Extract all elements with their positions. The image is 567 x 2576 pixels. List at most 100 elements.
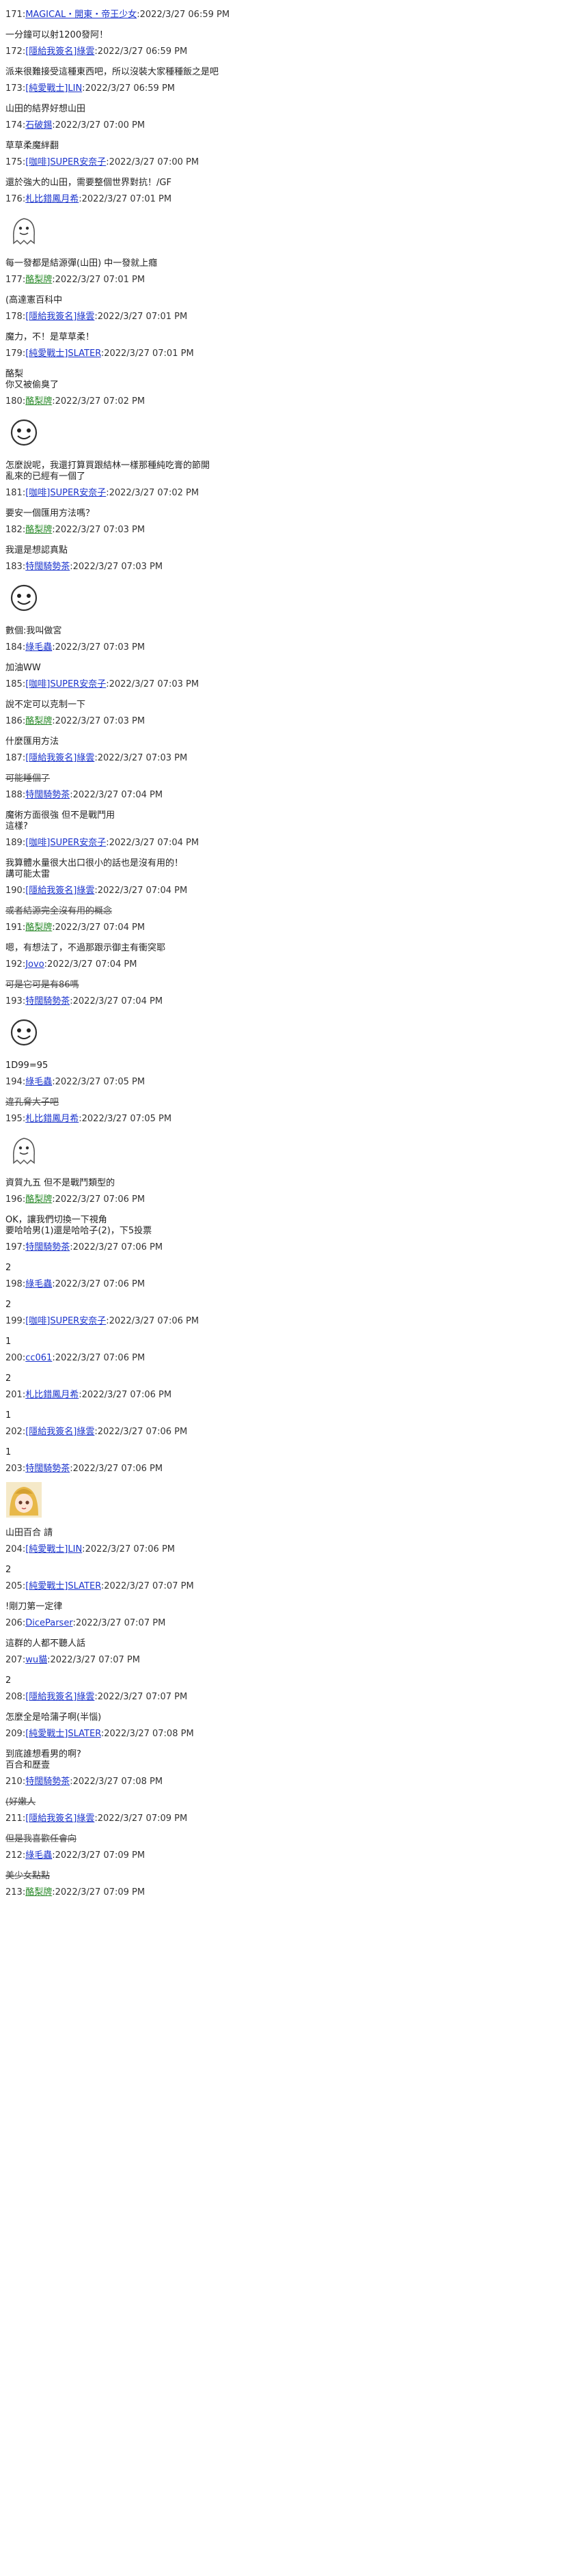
post-username-link[interactable]: 札比錯鳳月希 [25,1390,79,1400]
post-username-link[interactable]: 特闊騎勢茶 [25,790,70,800]
post-username-link[interactable]: Jovo [25,959,44,970]
post-username-link[interactable]: 綠毛蟲 [25,642,52,653]
post-username-link[interactable]: DiceParser [25,1618,72,1628]
post-username-link[interactable]: 札比錯鳳月希 [25,1114,79,1124]
post-timestamp: 2022/3/27 07:06 PM [55,1353,146,1363]
post-username-link[interactable]: 特闊騎勢茶 [25,1242,70,1252]
post-username-link[interactable]: 特闊騎勢茶 [25,562,70,572]
post-body-text: 或者結源完全沒有用的概念 [5,906,113,916]
post-username-link[interactable]: 酪梨牌 [25,275,52,285]
post-header: 201:札比錯鳳月希:2022/3/27 07:06 PM [5,1390,172,1400]
post-username-link[interactable]: [隱給我簽名]綠雲 [25,1813,94,1824]
post-header: 174:石破錫:2022/3/27 07:00 PM [5,120,146,131]
post-header: 204:[純愛戰士]LIN:2022/3/27 07:06 PM [5,1544,176,1554]
post-username-link[interactable]: [咖啡]SUPER安奈子 [25,1316,106,1326]
post-header: 184:綠毛蟲:2022/3/27 07:03 PM [5,642,146,653]
post-body-text: 這群的人都不聽人話 [5,1639,86,1649]
post-body-text: (高達憲百科中 [5,295,63,305]
post-item: 209:[純愛戰士]SLATER:2022/3/27 07:08 PM 到底誰想看… [5,1729,562,1771]
post-timestamp: 2022/3/27 07:08 PM [72,1777,163,1787]
post-body-text: 每一發都是結源彈(山田) 中一發就上癮 [5,258,158,269]
post-number: 184 [5,642,23,653]
anime-girl-sticker-icon [5,1481,42,1518]
post-number: 175 [5,157,23,167]
post-username-link[interactable]: 酪梨牌 [25,716,52,726]
post-timestamp: 2022/3/27 07:02 PM [55,396,146,407]
post-number: 180 [5,396,23,407]
post-header: 212:綠毛蟲:2022/3/27 07:09 PM [5,1850,146,1861]
post-header: 192:Jovo:2022/3/27 07:04 PM [5,959,137,970]
post-header: 202:[隱給我簽名]綠雲:2022/3/27 07:06 PM [5,1427,188,1437]
post-username-link[interactable]: 酪梨牌 [25,396,52,407]
post-header: 187:[隱給我簽名]綠雲:2022/3/27 07:03 PM [5,753,188,763]
post-header: 177:酪梨牌:2022/3/27 07:01 PM [5,275,146,285]
post-item: 187:[隱給我簽名]綠雲:2022/3/27 07:03 PM 可能睡個了 [5,753,562,784]
post-number: 189 [5,838,23,848]
post-item: 173:[純愛戰士]LIN:2022/3/27 06:59 PM 山田的結界好想山… [5,83,562,115]
post-username-link[interactable]: [純愛戰士]SLATER [25,348,101,359]
post-item: 208:[隱給我簽名]綠雲:2022/3/27 07:07 PM 怎麼全是哈蒲子啊… [5,1692,562,1723]
post-username-link[interactable]: 綠毛蟲 [25,1279,52,1289]
post-username-link[interactable]: [咖啡]SUPER安奈子 [25,488,106,498]
post-username-link[interactable]: cc061 [25,1353,52,1363]
post-username-link[interactable]: [隱給我簽名]綠雲 [25,1427,94,1437]
post-timestamp: 2022/3/27 07:04 PM [55,922,146,933]
post-username-link[interactable]: [隱給我簽名]綠雲 [25,753,94,763]
post-body-text: 說不定可以克制一下 [5,700,86,710]
post-number: 200 [5,1353,23,1363]
post-body-text: 要安一個匯用方法嗎？ [5,508,95,519]
post-item: 資質九五 但不是戰鬥類型的 [5,1178,562,1189]
post-number: 207 [5,1655,23,1665]
post-username-link[interactable]: 綠毛蟲 [25,1850,52,1861]
post-username-link[interactable]: 札比錯鳳月希 [25,194,79,204]
post-timestamp: 2022/3/27 07:07 PM [97,1692,188,1702]
post-username-link[interactable]: [純愛戰士]SLATER [25,1581,101,1591]
post-username-link[interactable]: 特闊騎勢茶 [25,1464,70,1474]
post-body-text: 2 [5,1373,12,1384]
post-body-text: 什麼匯用方法 [5,737,59,747]
post-timestamp: 2022/3/27 06:59 PM [97,46,188,57]
post-username-link[interactable]: 綠毛蟲 [25,1077,52,1087]
post-item: 192:Jovo:2022/3/27 07:04 PM 可是它可是有86嗎 [5,959,562,991]
post-timestamp: 2022/3/27 07:07 PM [75,1618,166,1628]
post-timestamp: 2022/3/27 07:08 PM [104,1729,194,1739]
post-timestamp: 2022/3/27 07:03 PM [55,525,146,535]
post-body-text: 數個:我叫做宮 [5,626,62,636]
post-number: 188 [5,790,23,800]
post-username-link[interactable]: [咖啡]SUPER安奈子 [25,838,106,848]
post-item: 212:綠毛蟲:2022/3/27 07:09 PM 美少女點點 [5,1850,562,1882]
post-item: 172:[隱給我簽名]綠雲:2022/3/27 06:59 PM 派来很難接受這種… [5,46,562,78]
post-username-link[interactable]: [咖啡]SUPER安奈子 [25,157,106,167]
post-username-link[interactable]: 酪梨牌 [25,1194,52,1205]
post-item: 176:札比錯鳳月希:2022/3/27 07:01 PM [5,194,562,249]
post-header: 176:札比錯鳳月希:2022/3/27 07:01 PM [5,194,172,204]
post-timestamp: 2022/3/27 07:06 PM [72,1464,163,1474]
post-item: 186:酪梨牌:2022/3/27 07:03 PM 什麼匯用方法 [5,716,562,748]
post-username-link[interactable]: 特闊騎勢茶 [25,996,70,1006]
post-username-link[interactable]: MAGICAL・開東・帝王少女 [25,10,137,20]
post-body-text: (好嫩人 [5,1797,36,1807]
post-username-link[interactable]: 特闊騎勢茶 [25,1777,70,1787]
post-header: 210:特闊騎勢茶:2022/3/27 07:08 PM [5,1777,163,1787]
post-username-link[interactable]: [純愛戰士]LIN [25,1544,82,1554]
post-number: 195 [5,1114,23,1124]
post-username-link[interactable]: [隱給我簽名]綠雲 [25,312,94,322]
post-item: 171:MAGICAL・開東・帝王少女:2022/3/27 06:59 PM 一分… [5,10,562,41]
post-username-link[interactable]: [咖啡]SUPER安奈子 [25,679,106,689]
post-timestamp: 2022/3/27 07:06 PM [72,1242,163,1252]
post-username-link[interactable]: 酪梨牌 [25,922,52,933]
post-username-link[interactable]: 石破錫 [25,120,52,131]
post-username-link[interactable]: [隱給我簽名]綠雲 [25,1692,94,1702]
post-username-link[interactable]: [純愛戰士]LIN [25,83,82,94]
post-username-link[interactable]: 酪梨牌 [25,525,52,535]
post-username-link[interactable]: [隱給我簽名]綠雲 [25,46,94,57]
post-username-link[interactable]: wu貓 [25,1655,47,1665]
post-number: 191 [5,922,23,933]
post-item: 202:[隱給我簽名]綠雲:2022/3/27 07:06 PM 1 [5,1427,562,1458]
post-item: 174:石破錫:2022/3/27 07:00 PM 草草柔魔絆翻 [5,120,562,152]
post-username-link[interactable]: [純愛戰士]SLATER [25,1729,101,1739]
post-username-link[interactable]: [隱給我簽名]綠雲 [25,886,94,896]
post-timestamp: 2022/3/27 07:00 PM [55,120,146,131]
post-username-link[interactable]: 酪梨牌 [25,1887,52,1897]
post-timestamp: 2022/3/27 07:03 PM [55,642,146,653]
